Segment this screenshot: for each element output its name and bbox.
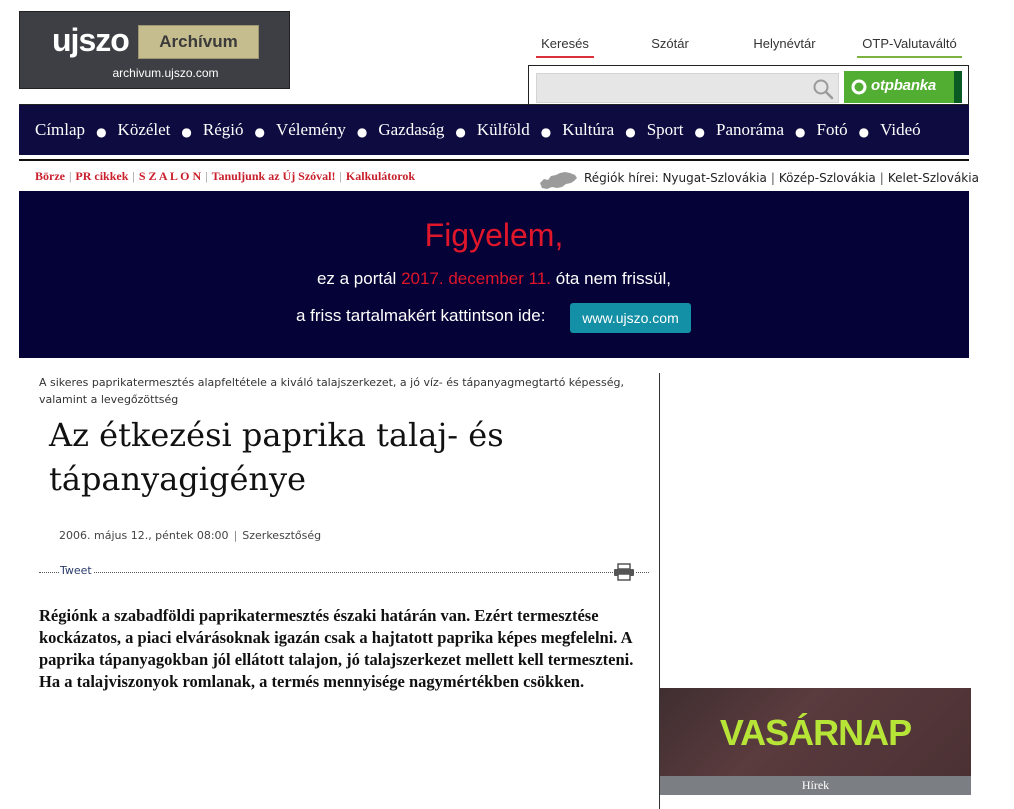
nav-item-economy[interactable]: Gazdaság <box>378 120 444 140</box>
nav-separator: ● <box>181 125 192 139</box>
vasarnap-ad-title: VASÁRNAP <box>719 712 912 753</box>
slovakia-map-icon <box>540 172 577 189</box>
sub-link-pr[interactable]: PR cikkek <box>75 169 128 183</box>
nav-separator: ● <box>96 125 107 139</box>
share-divider <box>39 572 649 573</box>
region-separator: | <box>879 171 884 185</box>
sub-link-separator: | <box>132 169 135 183</box>
nav-item-public-life[interactable]: Közélet <box>118 120 171 140</box>
site-logo-block[interactable]: ujszo Archívum archivum.ujszo.com <box>19 11 290 89</box>
sub-link-separator: | <box>68 169 72 183</box>
nav-separator: ● <box>356 125 368 139</box>
otp-bank-label: otpbanka <box>871 77 937 94</box>
meta-separator: | <box>233 529 238 542</box>
site-logo[interactable]: ujszo <box>52 22 130 59</box>
sub-link-separator: | <box>205 169 208 183</box>
sub-link-learn[interactable]: Tanuljunk az Új Szóval! <box>212 169 336 183</box>
top-link-dictionary[interactable]: Szótár <box>640 36 700 58</box>
nav-separator: ● <box>254 125 265 139</box>
secondary-links: Börze | PR cikkek | S Z A L O N | Tanuljunk az… <box>35 169 415 184</box>
notice-title: Figyelem, <box>424 217 564 253</box>
nav-item-world[interactable]: Külföld <box>477 120 530 140</box>
article-author[interactable]: Szerkesztőség <box>242 529 321 542</box>
regions-prefix: Régiók hírei: <box>584 171 659 185</box>
search-area: otpbanka <box>528 65 969 105</box>
nav-separator: ● <box>858 125 870 139</box>
region-separator: | <box>770 171 775 185</box>
nav-item-region[interactable]: Régió <box>203 120 244 140</box>
top-link-place-names[interactable]: Helynévtár <box>747 36 822 58</box>
nav-separator: ● <box>694 125 706 139</box>
region-link-west[interactable]: Nyugat-Szlovákia <box>662 171 766 185</box>
archive-badge[interactable]: Archívum <box>138 25 259 59</box>
notice-date: 2017. december 11. <box>401 269 552 288</box>
top-link-currency-exchange[interactable]: OTP-Valutaváltó <box>857 36 962 58</box>
vasarnap-ad[interactable]: VASÁRNAP <box>660 688 971 776</box>
nav-item-sport[interactable]: Sport <box>647 120 684 140</box>
sub-link-borze[interactable]: Börze <box>35 169 65 183</box>
article-lead: A sikeres paprikatermesztés alapfeltétel… <box>39 376 625 406</box>
search-input[interactable] <box>536 73 839 103</box>
nav-item-photo[interactable]: Fotó <box>816 120 847 140</box>
article-date: 2006. május 12., péntek 08:00 <box>59 529 229 542</box>
notice-instruction: a friss tartalmakért kattintson ide: <box>296 306 546 325</box>
search-icon[interactable] <box>812 78 834 100</box>
print-icon[interactable] <box>613 563 635 581</box>
notice-text-before: ez a portál <box>316 269 402 288</box>
sub-link-szalon[interactable]: S Z A L O N <box>139 169 201 183</box>
sub-link-calculators[interactable]: Kalkulátorok <box>346 169 415 183</box>
region-link-east[interactable]: Kelet-Szlovákia <box>888 171 979 185</box>
notice-message: ez a portál 2017. december 11. óta nem f… <box>19 269 969 289</box>
notice-banner: Figyelem, ez a portál 2017. december 11.… <box>19 191 969 358</box>
nav-item-opinion[interactable]: Vélemény <box>276 120 346 140</box>
article-body: Régiónk a szabadföldi paprikatermesztés … <box>39 606 634 691</box>
article-title: Az étkezési paprika talaj- és tápanyagig… <box>49 416 504 498</box>
main-nav: Címlap ● Közélet ● Régió ● Vélemény ● Gazdas… <box>19 104 969 155</box>
nav-separator: ● <box>795 125 806 139</box>
nav-item-panorama[interactable]: Panoráma <box>716 120 784 140</box>
vasarnap-ad-caption[interactable]: Hírek <box>660 776 971 795</box>
otp-logo-icon <box>851 79 867 95</box>
archive-url[interactable]: archivum.ujszo.com <box>95 66 236 80</box>
nav-separator: ● <box>455 125 466 139</box>
nav-item-culture[interactable]: Kultúra <box>562 120 614 140</box>
region-link-central[interactable]: Közép-Szlovákia <box>779 171 876 185</box>
sub-link-separator: | <box>339 169 342 183</box>
nav-separator: ● <box>625 125 636 139</box>
article-meta: 2006. május 12., péntek 08:00 | Szerkesztő… <box>59 529 321 542</box>
nav-item-home[interactable]: Címlap <box>35 120 85 140</box>
nav-separator: ● <box>540 125 552 139</box>
tweet-link[interactable]: Tweet <box>59 564 93 577</box>
notice-text-after: óta nem frissül, <box>551 269 672 288</box>
nav-divider <box>19 159 969 161</box>
top-link-search[interactable]: Keresés <box>536 36 594 58</box>
new-site-button[interactable]: www.ujszo.com <box>570 303 691 333</box>
otp-bank-banner[interactable]: otpbanka <box>844 71 962 103</box>
nav-item-video[interactable]: Videó <box>880 120 921 140</box>
